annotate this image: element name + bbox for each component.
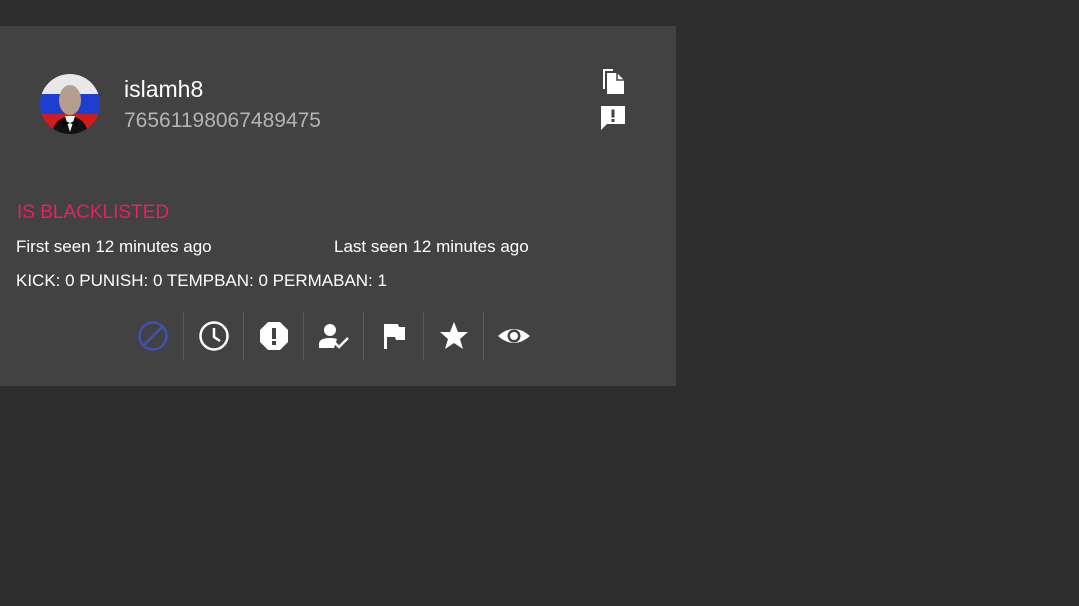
star-icon xyxy=(439,322,468,349)
ban-button[interactable] xyxy=(123,312,183,360)
blacklist-status: IS BLACKLISTED xyxy=(17,202,170,223)
flag-icon xyxy=(383,324,405,349)
verify-user-icon xyxy=(318,324,349,349)
warning-octagon-icon xyxy=(259,322,288,350)
favorite-button[interactable] xyxy=(423,312,483,360)
action-bar xyxy=(123,312,543,360)
eye-icon xyxy=(497,329,530,343)
report-icon xyxy=(601,106,625,130)
tempban-button[interactable] xyxy=(183,312,243,360)
punishment-counts: KICK: 0 PUNISH: 0 TEMPBAN: 0 PERMABAN: 1 xyxy=(16,271,387,290)
last-seen-text: Last seen 12 minutes ago xyxy=(334,237,529,256)
report-button[interactable] xyxy=(598,103,628,133)
verify-user-button[interactable] xyxy=(303,312,363,360)
punish-button[interactable] xyxy=(243,312,303,360)
clock-icon xyxy=(198,321,229,351)
avatar-image xyxy=(40,74,100,134)
ban-icon xyxy=(138,321,168,351)
avatar xyxy=(40,74,100,134)
player-username: islamh8 xyxy=(124,76,204,102)
copy-button[interactable] xyxy=(597,65,627,95)
watch-button[interactable] xyxy=(483,312,543,360)
player-card: islamh8 76561198067489475 IS BLACKLISTED… xyxy=(0,26,676,386)
first-seen-text: First seen 12 minutes ago xyxy=(16,237,212,256)
flag-button[interactable] xyxy=(363,312,423,360)
player-steam-id: 76561198067489475 xyxy=(124,109,321,132)
copy-icon xyxy=(603,69,624,94)
